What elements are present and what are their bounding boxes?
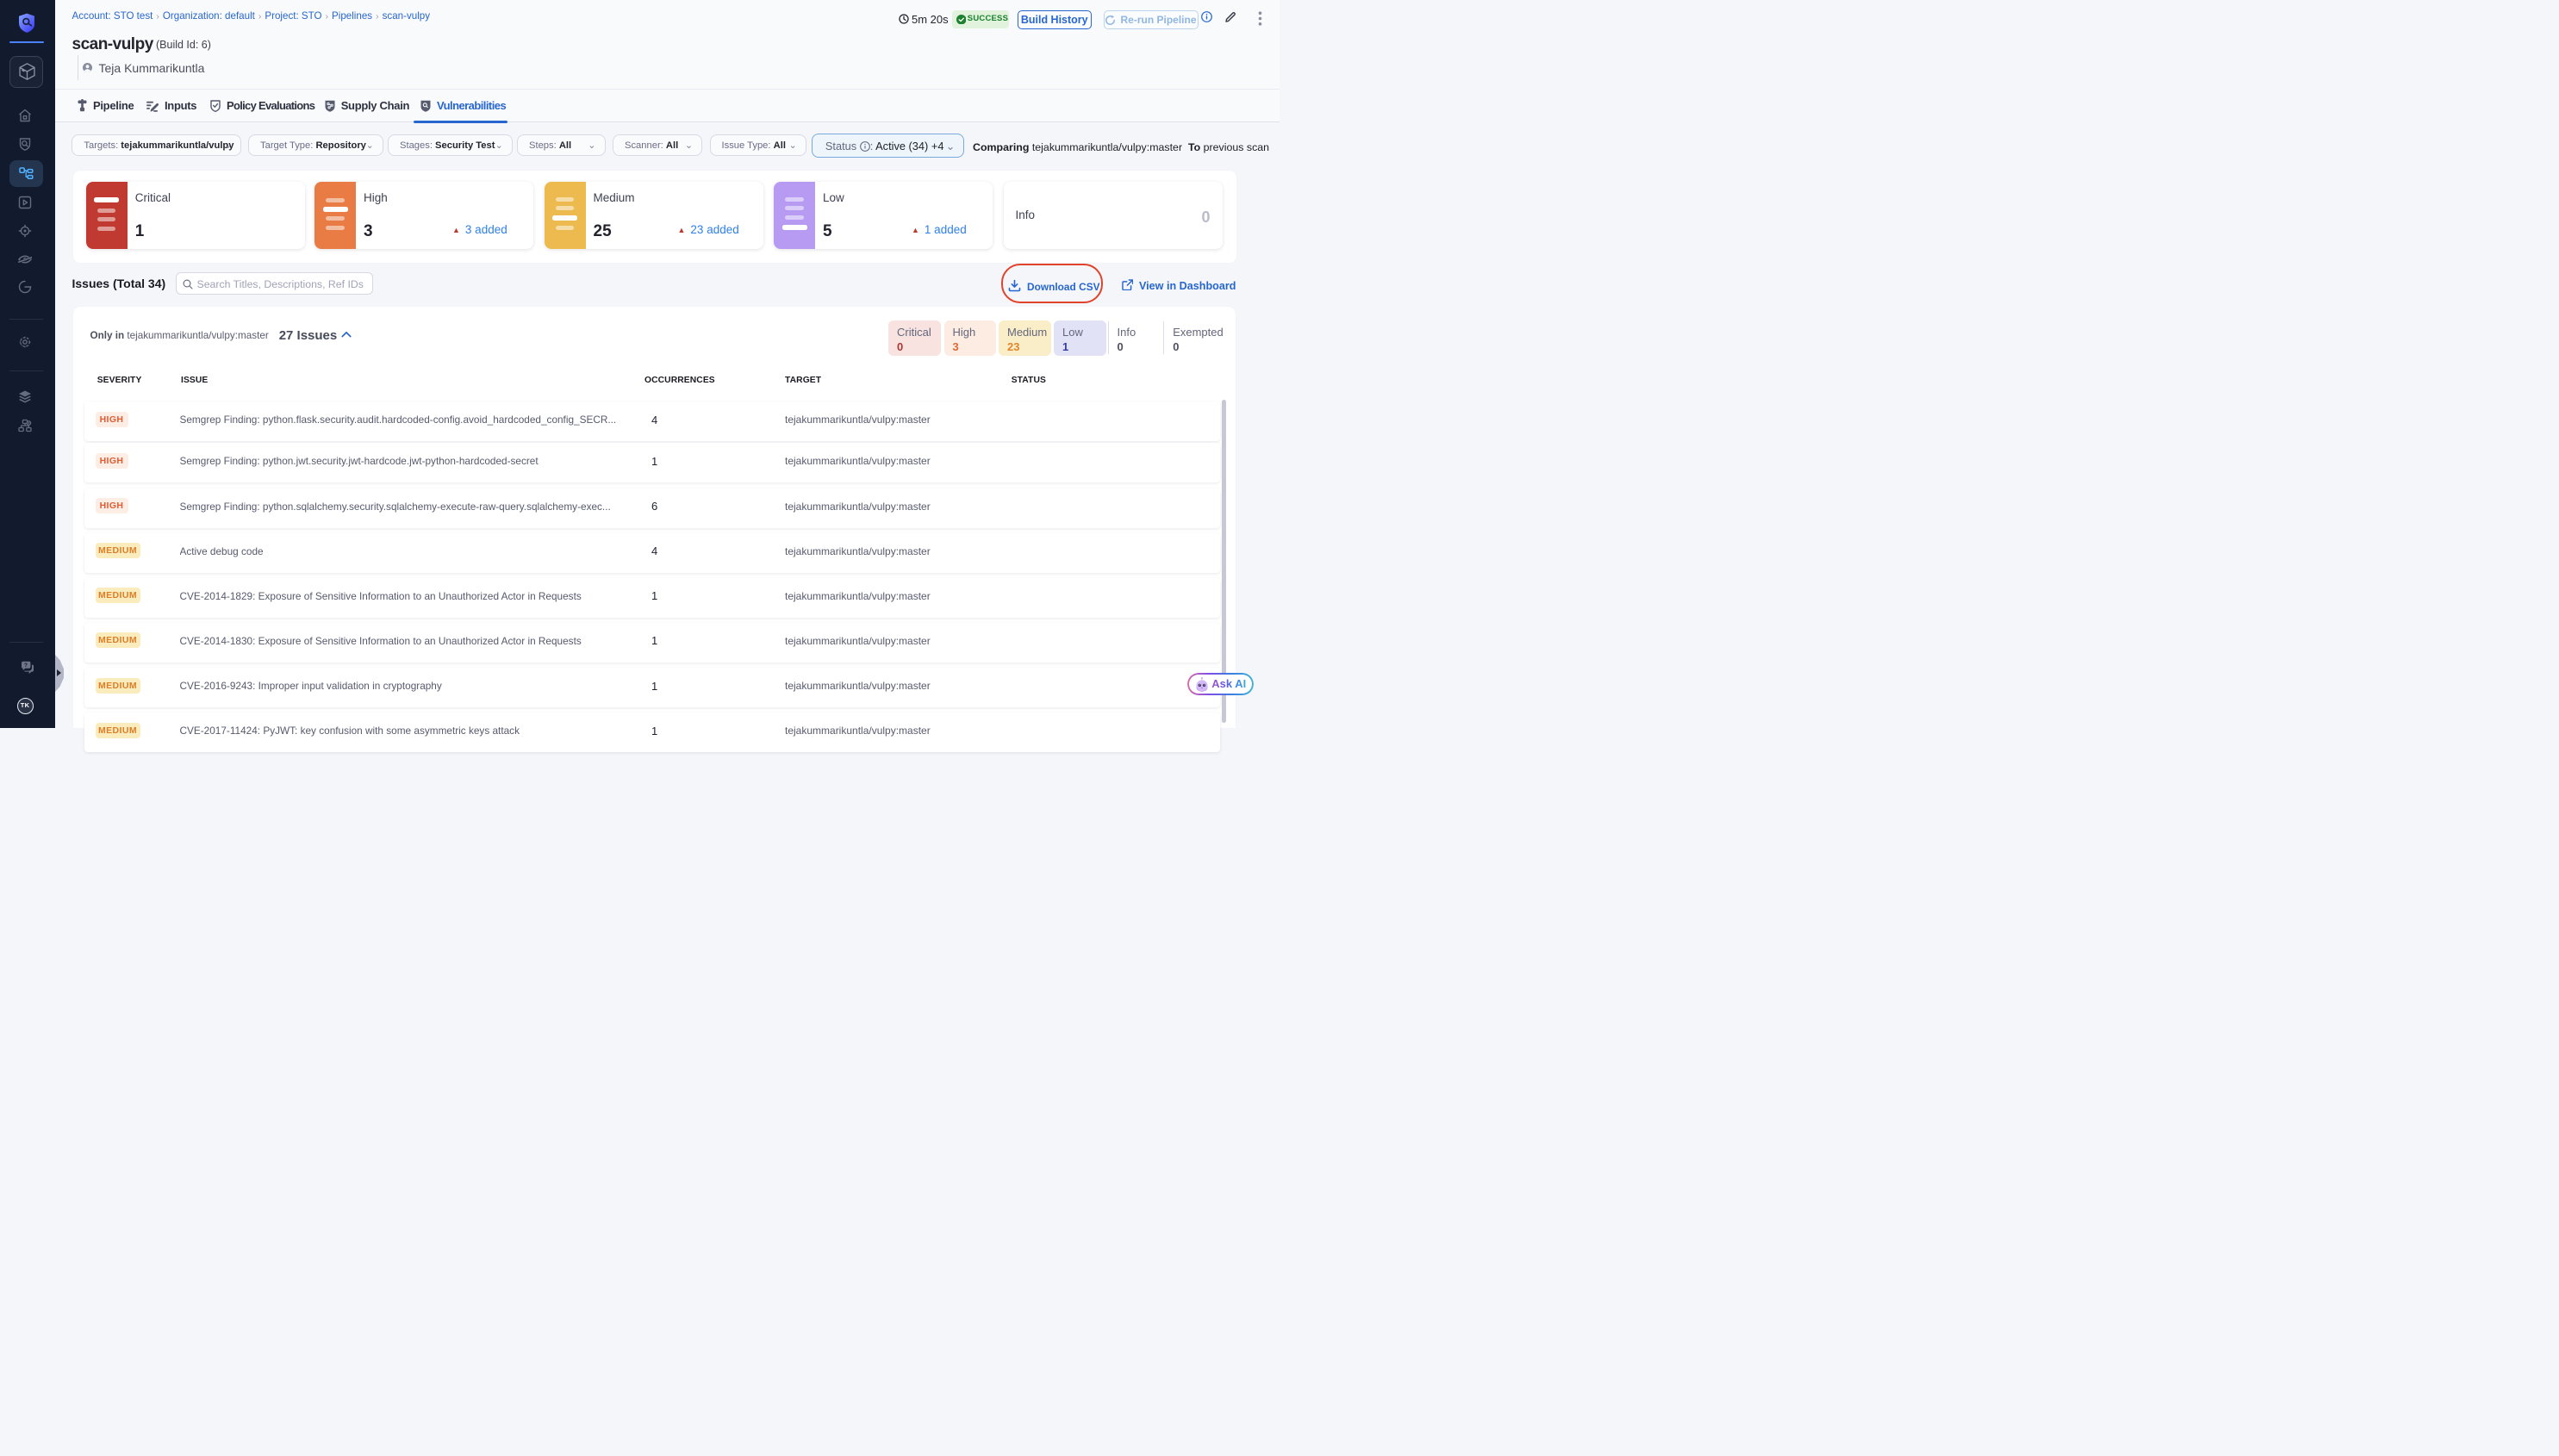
svg-text:?: ? <box>24 663 28 669</box>
